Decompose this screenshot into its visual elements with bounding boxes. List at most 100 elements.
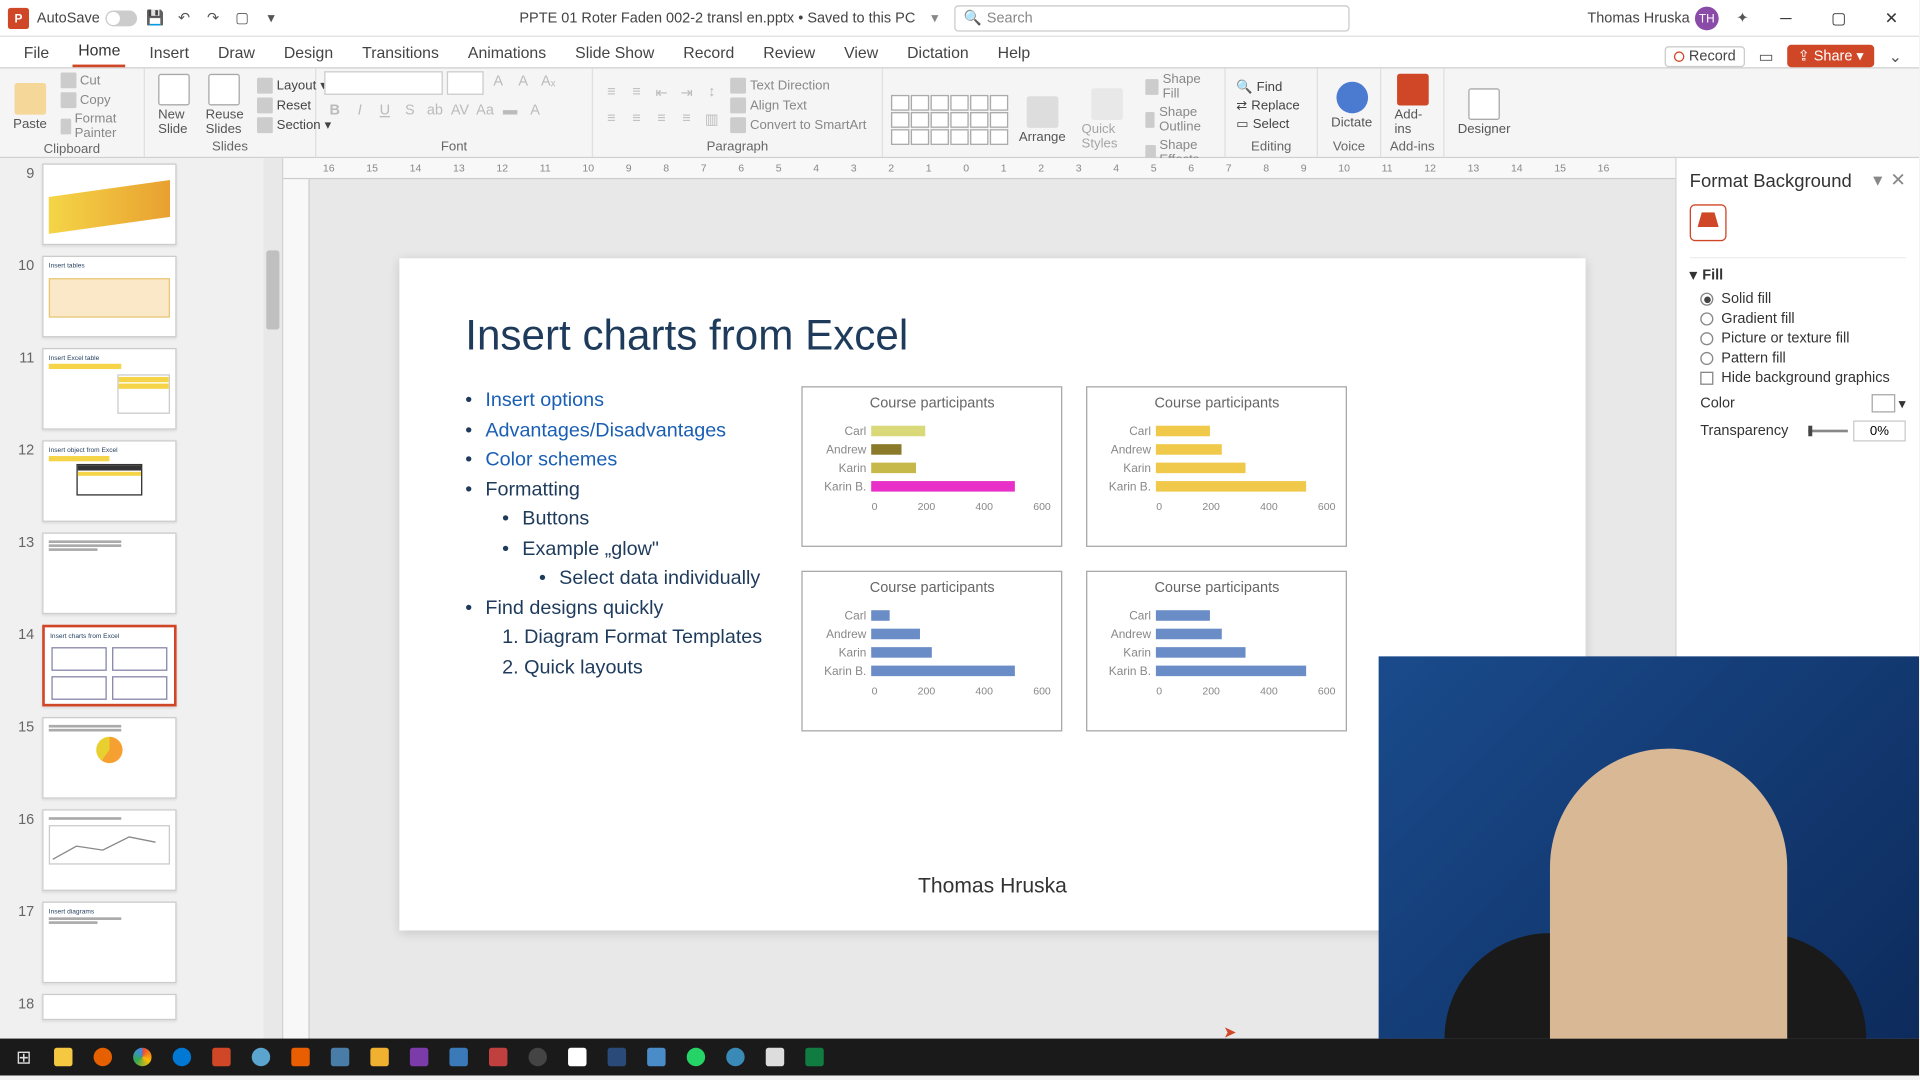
taskbar-app-icon[interactable] <box>717 1041 754 1073</box>
solid-fill-radio[interactable]: Solid fill <box>1700 291 1906 307</box>
taskbar-app-icon[interactable] <box>559 1041 596 1073</box>
tab-view[interactable]: View <box>839 41 884 67</box>
taskbar-app-icon[interactable] <box>361 1041 398 1073</box>
taskbar-app-icon[interactable] <box>480 1041 517 1073</box>
gradient-fill-radio[interactable]: Gradient fill <box>1700 311 1906 327</box>
strike-button[interactable]: S <box>399 100 420 121</box>
indent-dec-button[interactable]: ⇤ <box>651 82 672 103</box>
format-painter-button[interactable]: Format Painter <box>57 111 135 143</box>
chart[interactable]: Course participantsCarlAndrewKarinKarin … <box>1086 386 1347 547</box>
minimize-button[interactable]: ─ <box>1766 0 1806 36</box>
font-family-input[interactable] <box>324 71 443 95</box>
tab-dictation[interactable]: Dictation <box>902 41 974 67</box>
new-slide-button[interactable]: New Slide <box>153 71 195 140</box>
align-center-button[interactable]: ≡ <box>626 108 647 129</box>
taskbar-app-icon[interactable] <box>519 1041 556 1073</box>
tab-draw[interactable]: Draw <box>213 41 260 67</box>
save-icon[interactable]: 💾 <box>145 7 166 28</box>
paste-button[interactable]: Paste <box>8 80 52 134</box>
thumbnail-scrollbar[interactable] <box>264 158 282 1052</box>
chart[interactable]: Course participantsCarlAndrewKarinKarin … <box>1086 571 1347 732</box>
pane-options-icon[interactable]: ▾ <box>1873 169 1882 191</box>
align-right-button[interactable]: ≡ <box>651 108 672 129</box>
taskbar-app-icon[interactable] <box>598 1041 635 1073</box>
columns-button[interactable]: ▥ <box>701 108 722 129</box>
increase-font-icon[interactable]: A <box>488 71 509 92</box>
toggle-switch[interactable] <box>105 10 137 26</box>
transparency-input[interactable] <box>1853 420 1906 441</box>
tab-home[interactable]: Home <box>73 38 126 67</box>
start-button[interactable]: ⊞ <box>5 1041 42 1073</box>
file-explorer-icon[interactable] <box>45 1041 82 1073</box>
chart-grid[interactable]: Course participantsCarlAndrewKarinKarin … <box>802 386 1348 731</box>
select-button[interactable]: ▭Select <box>1234 115 1303 132</box>
close-button[interactable]: ✕ <box>1872 0 1912 36</box>
thumbnail-18[interactable] <box>42 994 176 1020</box>
record-button[interactable]: Record <box>1665 45 1745 66</box>
tab-transitions[interactable]: Transitions <box>357 41 444 67</box>
bullets-button[interactable]: ≡ <box>601 82 622 103</box>
hide-bg-checkbox[interactable]: Hide background graphics <box>1700 370 1906 386</box>
thumbnail-14[interactable]: Insert charts from Excel <box>42 625 176 707</box>
thumbnail-13[interactable] <box>42 532 176 614</box>
clear-formatting-icon[interactable]: Aₓ <box>538 71 559 92</box>
font-color-button[interactable]: A <box>525 100 546 121</box>
color-picker-button[interactable]: ▾ <box>1872 394 1906 412</box>
firefox-icon[interactable] <box>84 1041 121 1073</box>
shape-fill-button[interactable]: Shape Fill <box>1142 71 1216 103</box>
taskbar-app-icon[interactable] <box>638 1041 675 1073</box>
replace-button[interactable]: ⇄Replace <box>1234 97 1303 114</box>
pattern-fill-radio[interactable]: Pattern fill <box>1700 351 1906 367</box>
tab-help[interactable]: Help <box>992 41 1035 67</box>
find-button[interactable]: 🔍Find <box>1234 78 1303 95</box>
numbering-button[interactable]: ≡ <box>626 82 647 103</box>
chart[interactable]: Course participantsCarlAndrewKarinKarin … <box>802 386 1063 547</box>
thumbnail-15[interactable] <box>42 717 176 799</box>
decrease-font-icon[interactable]: A <box>513 71 534 92</box>
thumbnail-10[interactable]: Insert tables <box>42 256 176 338</box>
case-button[interactable]: Aa <box>474 100 495 121</box>
account-button[interactable]: Thomas Hruska TH <box>1587 6 1718 30</box>
edge-icon[interactable] <box>163 1041 200 1073</box>
designer-button[interactable]: Designer <box>1452 86 1515 140</box>
font-size-input[interactable] <box>447 71 484 95</box>
collapse-ribbon-icon[interactable]: ⌄ <box>1885 45 1906 66</box>
autosave-toggle[interactable]: AutoSave <box>37 10 137 26</box>
arrange-button[interactable]: Arrange <box>1014 93 1071 147</box>
dictate-button[interactable]: Dictate <box>1326 78 1378 132</box>
shape-outline-button[interactable]: Shape Outline <box>1142 104 1216 136</box>
share-button[interactable]: ⇪Share▾ <box>1787 45 1874 67</box>
bold-button[interactable]: B <box>324 100 345 121</box>
search-input[interactable]: 🔍 Search <box>954 5 1349 31</box>
start-from-beginning-icon[interactable]: ▢ <box>232 7 253 28</box>
fill-tab-icon[interactable] <box>1690 204 1727 241</box>
cut-button[interactable]: Cut <box>57 71 135 89</box>
slide-thumbnails-panel[interactable]: 9 10Insert tables 11Insert Excel table 1… <box>0 158 283 1052</box>
reuse-slides-button[interactable]: Reuse Slides <box>200 71 249 140</box>
text-direction-button[interactable]: Text Direction <box>728 76 869 94</box>
tab-slideshow[interactable]: Slide Show <box>570 41 660 67</box>
redo-icon[interactable]: ↷ <box>203 7 224 28</box>
shadow-button[interactable]: ab <box>424 100 445 121</box>
qat-more-icon[interactable]: ▾ <box>261 7 282 28</box>
undo-icon[interactable]: ↶ <box>174 7 195 28</box>
taskbar-app-icon[interactable] <box>757 1041 794 1073</box>
taskbar-app-icon[interactable] <box>322 1041 359 1073</box>
tab-insert[interactable]: Insert <box>144 41 194 67</box>
tab-review[interactable]: Review <box>758 41 820 67</box>
present-icon[interactable]: ▭ <box>1755 45 1776 66</box>
italic-button[interactable]: I <box>349 100 370 121</box>
tab-design[interactable]: Design <box>279 41 339 67</box>
tab-animations[interactable]: Animations <box>463 41 552 67</box>
coming-soon-icon[interactable]: ✦ <box>1732 7 1753 28</box>
shapes-gallery[interactable] <box>891 95 1008 145</box>
thumbnail-11[interactable]: Insert Excel table <box>42 348 176 430</box>
convert-smartart-button[interactable]: Convert to SmartArt <box>728 116 869 134</box>
thumbnail-17[interactable]: Insert diagrams <box>42 902 176 984</box>
tab-record[interactable]: Record <box>678 41 740 67</box>
maximize-button[interactable]: ▢ <box>1819 0 1859 36</box>
thumbnail-9[interactable] <box>42 163 176 245</box>
chart[interactable]: Course participantsCarlAndrewKarinKarin … <box>802 571 1063 732</box>
quick-styles-button[interactable]: Quick Styles <box>1076 86 1137 155</box>
fill-section-header[interactable]: ▾Fill <box>1690 266 1906 283</box>
